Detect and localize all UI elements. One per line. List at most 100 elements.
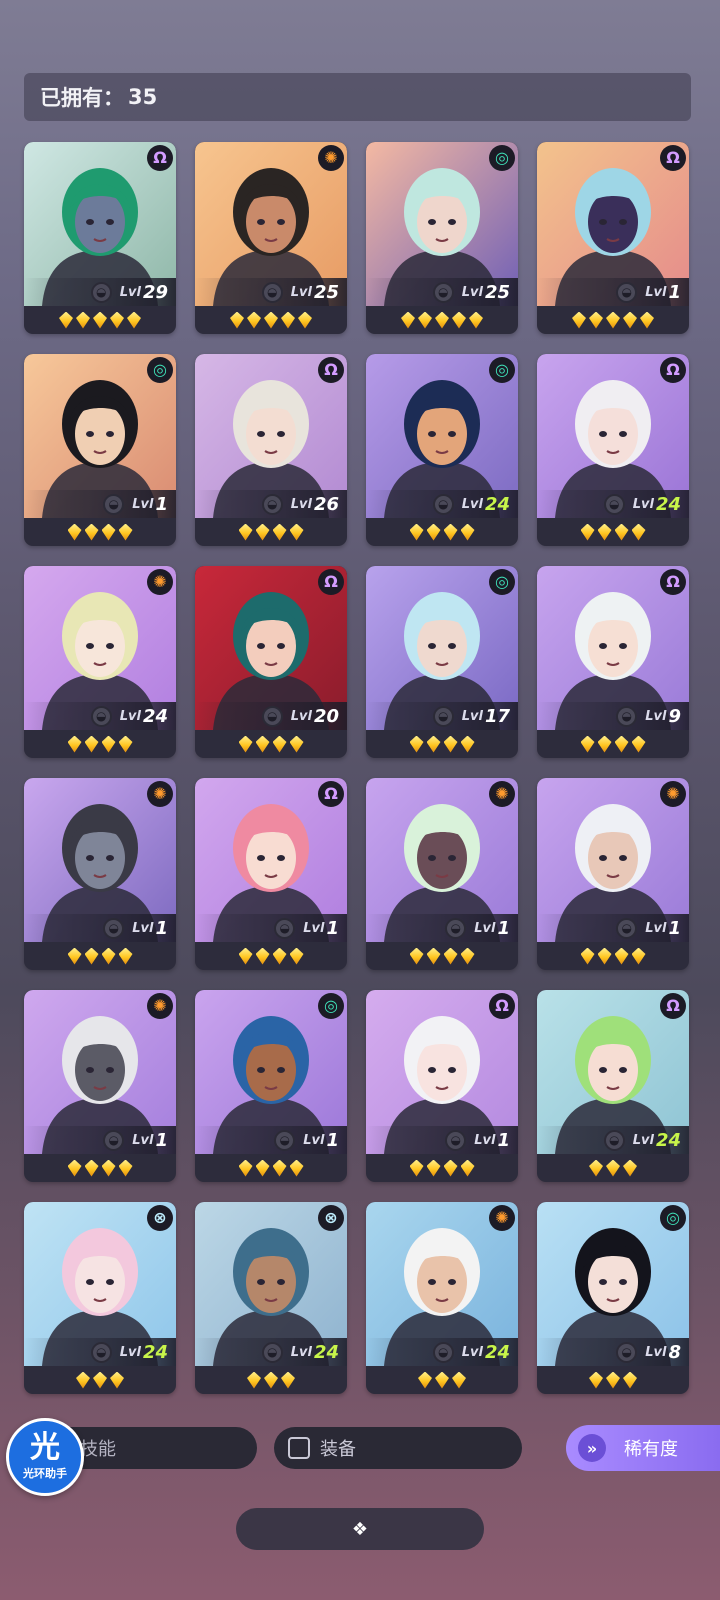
hero-level: 24 bbox=[142, 705, 168, 727]
equip-filter-button[interactable]: 装备 bbox=[274, 1427, 522, 1469]
star-icon bbox=[255, 735, 270, 753]
equipment-slot-icon: ◒ bbox=[432, 705, 454, 727]
star-icon bbox=[272, 947, 287, 965]
hero-level: 20 bbox=[313, 705, 339, 727]
level-prefix: Lvl bbox=[632, 496, 654, 512]
level-prefix: Lvl bbox=[474, 920, 496, 936]
rarity-stars bbox=[195, 730, 347, 758]
hero-card[interactable]: ⊗ ◒ Lvl 24 bbox=[195, 1202, 347, 1394]
filter-bar: 技能 装备 » 稀有度 bbox=[0, 1395, 720, 1471]
star-icon bbox=[289, 523, 304, 541]
hero-card[interactable]: ◎ ◒ Lvl 1 bbox=[195, 990, 347, 1182]
hero-card[interactable]: Ω ◒ Lvl 9 bbox=[537, 566, 689, 758]
hero-card[interactable]: Ω ◒ Lvl 24 bbox=[537, 990, 689, 1182]
star-icon bbox=[289, 1159, 304, 1177]
equipment-slot-icon: ◒ bbox=[445, 1129, 467, 1151]
star-icon bbox=[84, 735, 99, 753]
hero-card[interactable]: ◎ ◒ Lvl 25 bbox=[366, 142, 518, 334]
star-icon bbox=[452, 311, 466, 329]
level-prefix: Lvl bbox=[290, 284, 312, 300]
hero-level: 1 bbox=[326, 917, 339, 939]
hero-level: 26 bbox=[313, 493, 339, 515]
star-icon bbox=[247, 311, 261, 329]
equip-filter-label: 装备 bbox=[320, 1439, 356, 1460]
hero-card[interactable]: ⊗ ◒ Lvl 24 bbox=[24, 1202, 176, 1394]
hero-level: 1 bbox=[497, 917, 510, 939]
equipment-slot-icon: ◒ bbox=[103, 1129, 125, 1151]
level-row: ◒ Lvl 24 bbox=[366, 490, 518, 518]
expand-button[interactable]: ❖ bbox=[236, 1508, 484, 1550]
equip-checkbox[interactable] bbox=[288, 1437, 310, 1459]
rarity-sort-button[interactable]: » 稀有度 bbox=[566, 1425, 720, 1471]
rarity-stars bbox=[24, 730, 176, 758]
star-icon bbox=[426, 523, 441, 541]
level-row: ◒ Lvl 1 bbox=[537, 278, 689, 306]
assistant-floating-badge[interactable]: 光 光环助手 bbox=[6, 1418, 84, 1496]
hero-card[interactable]: Ω ◒ Lvl 20 bbox=[195, 566, 347, 758]
hero-level: 24 bbox=[655, 493, 681, 515]
level-row: ◒ Lvl 24 bbox=[195, 1338, 347, 1366]
level-row: ◒ Lvl 24 bbox=[24, 702, 176, 730]
vortex-faction-icon: ◎ bbox=[147, 357, 173, 383]
star-icon bbox=[272, 523, 287, 541]
star-icon bbox=[255, 947, 270, 965]
rarity-stars bbox=[366, 306, 518, 334]
hero-card[interactable]: ◎ ◒ Lvl 17 bbox=[366, 566, 518, 758]
star-icon bbox=[84, 1159, 99, 1177]
psychic-faction-icon: Ω bbox=[489, 993, 515, 1019]
hero-card[interactable]: Ω ◒ Lvl 24 bbox=[537, 354, 689, 546]
hero-card[interactable]: Ω ◒ Lvl 1 bbox=[366, 990, 518, 1182]
hero-card[interactable]: ✺ ◒ Lvl 24 bbox=[24, 566, 176, 758]
hero-level: 1 bbox=[155, 493, 168, 515]
rarity-stars bbox=[537, 730, 689, 758]
hero-card[interactable]: ✺ ◒ Lvl 1 bbox=[537, 778, 689, 970]
star-icon bbox=[614, 523, 629, 541]
sort-label: 稀有度 bbox=[624, 1439, 678, 1460]
star-icon bbox=[426, 735, 441, 753]
level-prefix: Lvl bbox=[461, 284, 483, 300]
star-icon bbox=[589, 311, 603, 329]
star-icon bbox=[606, 311, 620, 329]
star-icon bbox=[418, 1371, 432, 1389]
hero-card[interactable]: Ω ◒ Lvl 1 bbox=[195, 778, 347, 970]
level-row: ◒ Lvl 17 bbox=[366, 702, 518, 730]
hero-card[interactable]: ✺ ◒ Lvl 1 bbox=[24, 778, 176, 970]
rarity-stars bbox=[537, 1366, 689, 1394]
level-row: ◒ Lvl 1 bbox=[366, 1126, 518, 1154]
hero-level: 17 bbox=[484, 705, 510, 727]
hero-card[interactable]: Ω ◒ Lvl 26 bbox=[195, 354, 347, 546]
star-icon bbox=[118, 523, 133, 541]
hero-card[interactable]: ✺ ◒ Lvl 1 bbox=[366, 778, 518, 970]
equipment-slot-icon: ◒ bbox=[90, 705, 112, 727]
equipment-slot-icon: ◒ bbox=[90, 1341, 112, 1363]
hero-card[interactable]: ✺ ◒ Lvl 24 bbox=[366, 1202, 518, 1394]
rarity-stars bbox=[366, 518, 518, 546]
star-icon bbox=[84, 947, 99, 965]
hero-card[interactable]: ◎ ◒ Lvl 8 bbox=[537, 1202, 689, 1394]
star-icon bbox=[76, 1371, 90, 1389]
star-icon bbox=[59, 311, 73, 329]
chevrons-down-icon: » bbox=[578, 1434, 606, 1462]
equipment-slot-icon: ◒ bbox=[616, 705, 638, 727]
hero-card[interactable]: ✺ ◒ Lvl 25 bbox=[195, 142, 347, 334]
rarity-stars bbox=[24, 518, 176, 546]
level-prefix: Lvl bbox=[132, 496, 154, 512]
hero-grid: Ω ◒ Lvl 29 ✺ ◒ Lvl 25 ◎ ◒ Lvl 25 Ω ◒ Lvl 1 ◎ ◒ Lvl 1 Ω ◒ Lvl 26… bbox=[24, 142, 692, 1394]
star-icon bbox=[597, 523, 612, 541]
star-icon bbox=[401, 311, 415, 329]
star-icon bbox=[255, 1159, 270, 1177]
hero-card[interactable]: Ω ◒ Lvl 1 bbox=[537, 142, 689, 334]
level-prefix: Lvl bbox=[645, 708, 667, 724]
star-icon bbox=[589, 1371, 603, 1389]
level-row: ◒ Lvl 29 bbox=[24, 278, 176, 306]
star-icon bbox=[426, 947, 441, 965]
star-icon bbox=[118, 735, 133, 753]
hero-card[interactable]: Ω ◒ Lvl 29 bbox=[24, 142, 176, 334]
hero-card[interactable]: ✺ ◒ Lvl 1 bbox=[24, 990, 176, 1182]
hero-card[interactable]: ◎ ◒ Lvl 1 bbox=[24, 354, 176, 546]
psychic-faction-icon: Ω bbox=[318, 569, 344, 595]
psychic-faction-icon: Ω bbox=[660, 145, 686, 171]
hero-card[interactable]: ◎ ◒ Lvl 24 bbox=[366, 354, 518, 546]
sun-faction-icon: ✺ bbox=[147, 569, 173, 595]
star-icon bbox=[118, 947, 133, 965]
